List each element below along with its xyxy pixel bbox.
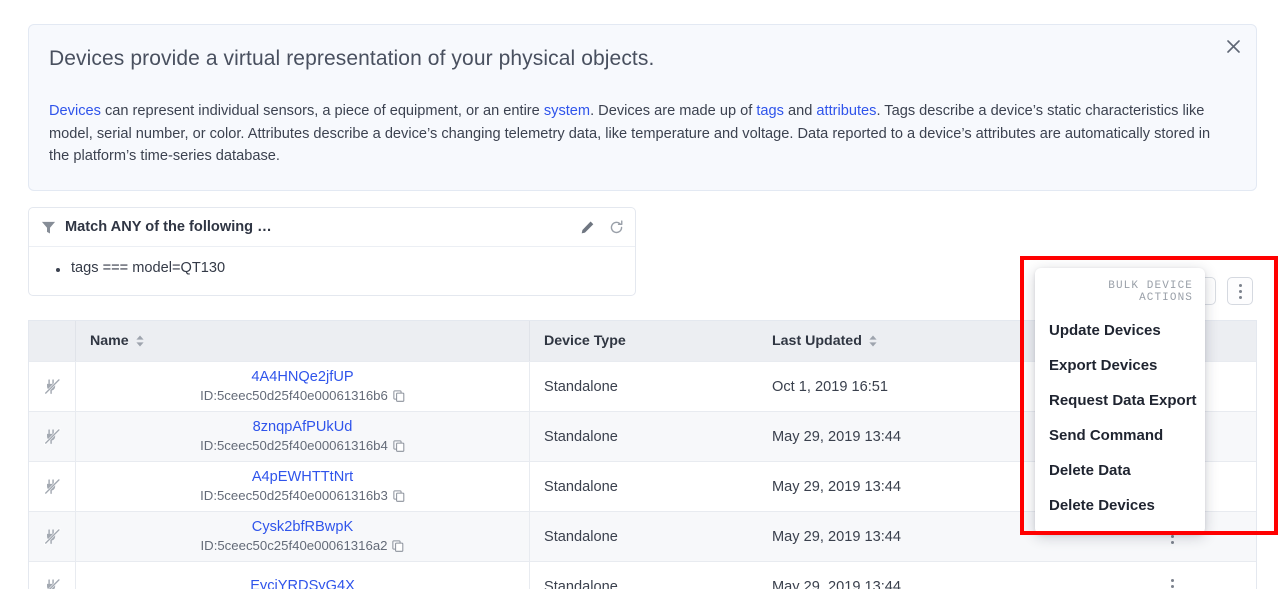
pencil-icon[interactable]: [579, 220, 595, 236]
bulk-action-item-delete-data[interactable]: Delete Data: [1035, 453, 1205, 488]
device-type-cell: Standalone: [529, 462, 758, 511]
device-name-cell: 8znqpAfPUkUd ID:5ceec50d25f40e00061316b4: [76, 412, 529, 461]
bulk-action-item-export-devices[interactable]: Export Devices: [1035, 348, 1205, 383]
device-name-cell: 4A4HNQe2jfUP ID:5ceec50d25f40e00061316b6: [76, 362, 529, 411]
page-root: Devices provide a virtual representation…: [0, 0, 1280, 589]
bulk-action-item-request-data-export[interactable]: Request Data Export: [1035, 383, 1205, 418]
kebab-menu-icon[interactable]: [1162, 576, 1182, 589]
device-name-cell: EycjYRDSyG4X: [76, 562, 529, 589]
banner-text-1: can represent individual sensors, a piec…: [100, 103, 544, 119]
kebab-menu-icon: [1230, 280, 1250, 302]
device-type-cell: Standalone: [529, 512, 758, 561]
sort-chevrons-icon[interactable]: [868, 334, 878, 348]
device-type-value: Standalone: [544, 378, 618, 395]
device-name-link[interactable]: 4A4HNQe2jfUP: [251, 369, 353, 386]
refresh-icon[interactable]: [608, 220, 624, 236]
plug-disconnected-icon: [43, 378, 61, 395]
device-status-cell: [29, 462, 76, 511]
bulk-actions-section-label: BULK DEVICE ACTIONS: [1108, 280, 1193, 304]
device-id: ID:5ceec50d25f40e00061316b4: [200, 437, 405, 454]
device-type-cell: Standalone: [529, 362, 758, 411]
device-type-value: Standalone: [544, 528, 618, 545]
bulk-action-item-send-command[interactable]: Send Command: [1035, 418, 1205, 453]
filter-rule: tags === model=QT130: [51, 260, 635, 276]
last-updated-value: May 29, 2019 13:44: [772, 478, 902, 495]
link-attributes[interactable]: attributes: [816, 103, 876, 119]
bulk-device-actions-menu: BULK DEVICE ACTIONS Update Devices Export…: [1035, 268, 1205, 534]
device-type-value: Standalone: [544, 578, 618, 589]
device-type-cell: Standalone: [529, 562, 758, 589]
device-name-cell: A4pEWHTTtNrt ID:5ceec50d25f40e00061316b3: [76, 462, 529, 511]
device-id: ID:5ceec50d25f40e00061316b6: [200, 387, 405, 404]
bulk-actions-kebab-button[interactable]: [1227, 277, 1253, 305]
banner-text-2: . Devices are made up of: [590, 103, 757, 119]
bulk-action-item-delete-devices[interactable]: Delete Devices: [1035, 488, 1205, 523]
col-header-name-label: Name: [90, 333, 129, 349]
filter-title: Match ANY of the following …: [65, 219, 272, 235]
device-name-cell: Cysk2bfRBwpK ID:5ceec50c25f40e00061316a2: [76, 512, 529, 561]
bulk-actions-item-list: Update Devices Export Devices Request Data…: [1035, 313, 1205, 523]
plug-disconnected-icon: [44, 578, 61, 589]
banner-title: Devices provide a virtual representation…: [49, 47, 655, 70]
device-name-link[interactable]: 8znqpAfPUkUd: [253, 419, 353, 436]
device-id-text: ID:5ceec50c25f40e00061316a2: [200, 538, 388, 553]
copy-icon[interactable]: [393, 439, 405, 452]
device-id: ID:5ceec50c25f40e00061316a2: [201, 537, 405, 554]
device-name-link[interactable]: A4pEWHTTtNrt: [252, 469, 353, 486]
col-header-device-type-label: Device Type: [544, 333, 626, 349]
filter-actions: [579, 208, 624, 247]
device-status-cell: [29, 362, 76, 411]
link-devices[interactable]: Devices: [49, 103, 101, 119]
filter-rule-list: tags === model=QT130: [29, 247, 635, 276]
copy-icon[interactable]: [393, 389, 405, 402]
row-actions-cell[interactable]: [1088, 562, 1256, 589]
last-updated-value: May 29, 2019 13:44: [772, 428, 902, 445]
device-id-text: ID:5ceec50d25f40e00061316b3: [200, 488, 388, 503]
device-id: ID:5ceec50d25f40e00061316b3: [200, 487, 405, 504]
device-name-link[interactable]: Cysk2bfRBwpK: [252, 519, 353, 536]
link-system[interactable]: system: [544, 103, 590, 119]
col-header-last-updated-label: Last Updated: [772, 333, 862, 349]
plug-disconnected-icon: [43, 478, 61, 495]
last-updated-value: May 29, 2019 13:44: [772, 528, 902, 545]
plug-disconnected-icon: [43, 528, 61, 545]
filter-card: Match ANY of the following … tags === mo…: [28, 207, 636, 296]
filter-icon: [40, 219, 56, 235]
device-status-cell: [29, 512, 76, 561]
device-type-value: Standalone: [544, 428, 618, 445]
device-type-value: Standalone: [544, 478, 618, 495]
info-banner: Devices provide a virtual representation…: [28, 24, 1257, 191]
sort-chevrons-icon[interactable]: [135, 334, 145, 348]
copy-icon[interactable]: [392, 539, 404, 552]
col-header-device-type: Device Type: [529, 321, 758, 361]
bulk-action-item-update-devices[interactable]: Update Devices: [1035, 313, 1205, 348]
device-id-text: ID:5ceec50d25f40e00061316b4: [200, 438, 388, 453]
device-name-link[interactable]: EycjYRDSyG4X: [250, 578, 355, 589]
device-type-cell: Standalone: [529, 412, 758, 461]
last-updated-cell: May 29, 2019 13:44: [758, 562, 1088, 589]
link-tags[interactable]: tags: [756, 103, 784, 119]
col-header-status: [29, 321, 76, 361]
last-updated-value: Oct 1, 2019 16:51: [772, 378, 889, 395]
banner-text-3: and: [783, 103, 817, 119]
filter-header: Match ANY of the following …: [29, 208, 635, 247]
close-icon[interactable]: [1220, 33, 1246, 59]
copy-icon[interactable]: [393, 489, 405, 502]
device-status-cell: [29, 562, 76, 589]
banner-body: Devices can represent individual sensors…: [49, 100, 1229, 168]
last-updated-value: May 29, 2019 13:44: [772, 578, 902, 589]
device-id-text: ID:5ceec50d25f40e00061316b6: [200, 388, 388, 403]
device-status-cell: [29, 412, 76, 461]
table-row[interactable]: EycjYRDSyG4X Standalone May 29, 2019 13:44: [29, 562, 1256, 589]
plug-disconnected-icon: [43, 428, 61, 445]
col-header-name[interactable]: Name: [76, 321, 529, 361]
